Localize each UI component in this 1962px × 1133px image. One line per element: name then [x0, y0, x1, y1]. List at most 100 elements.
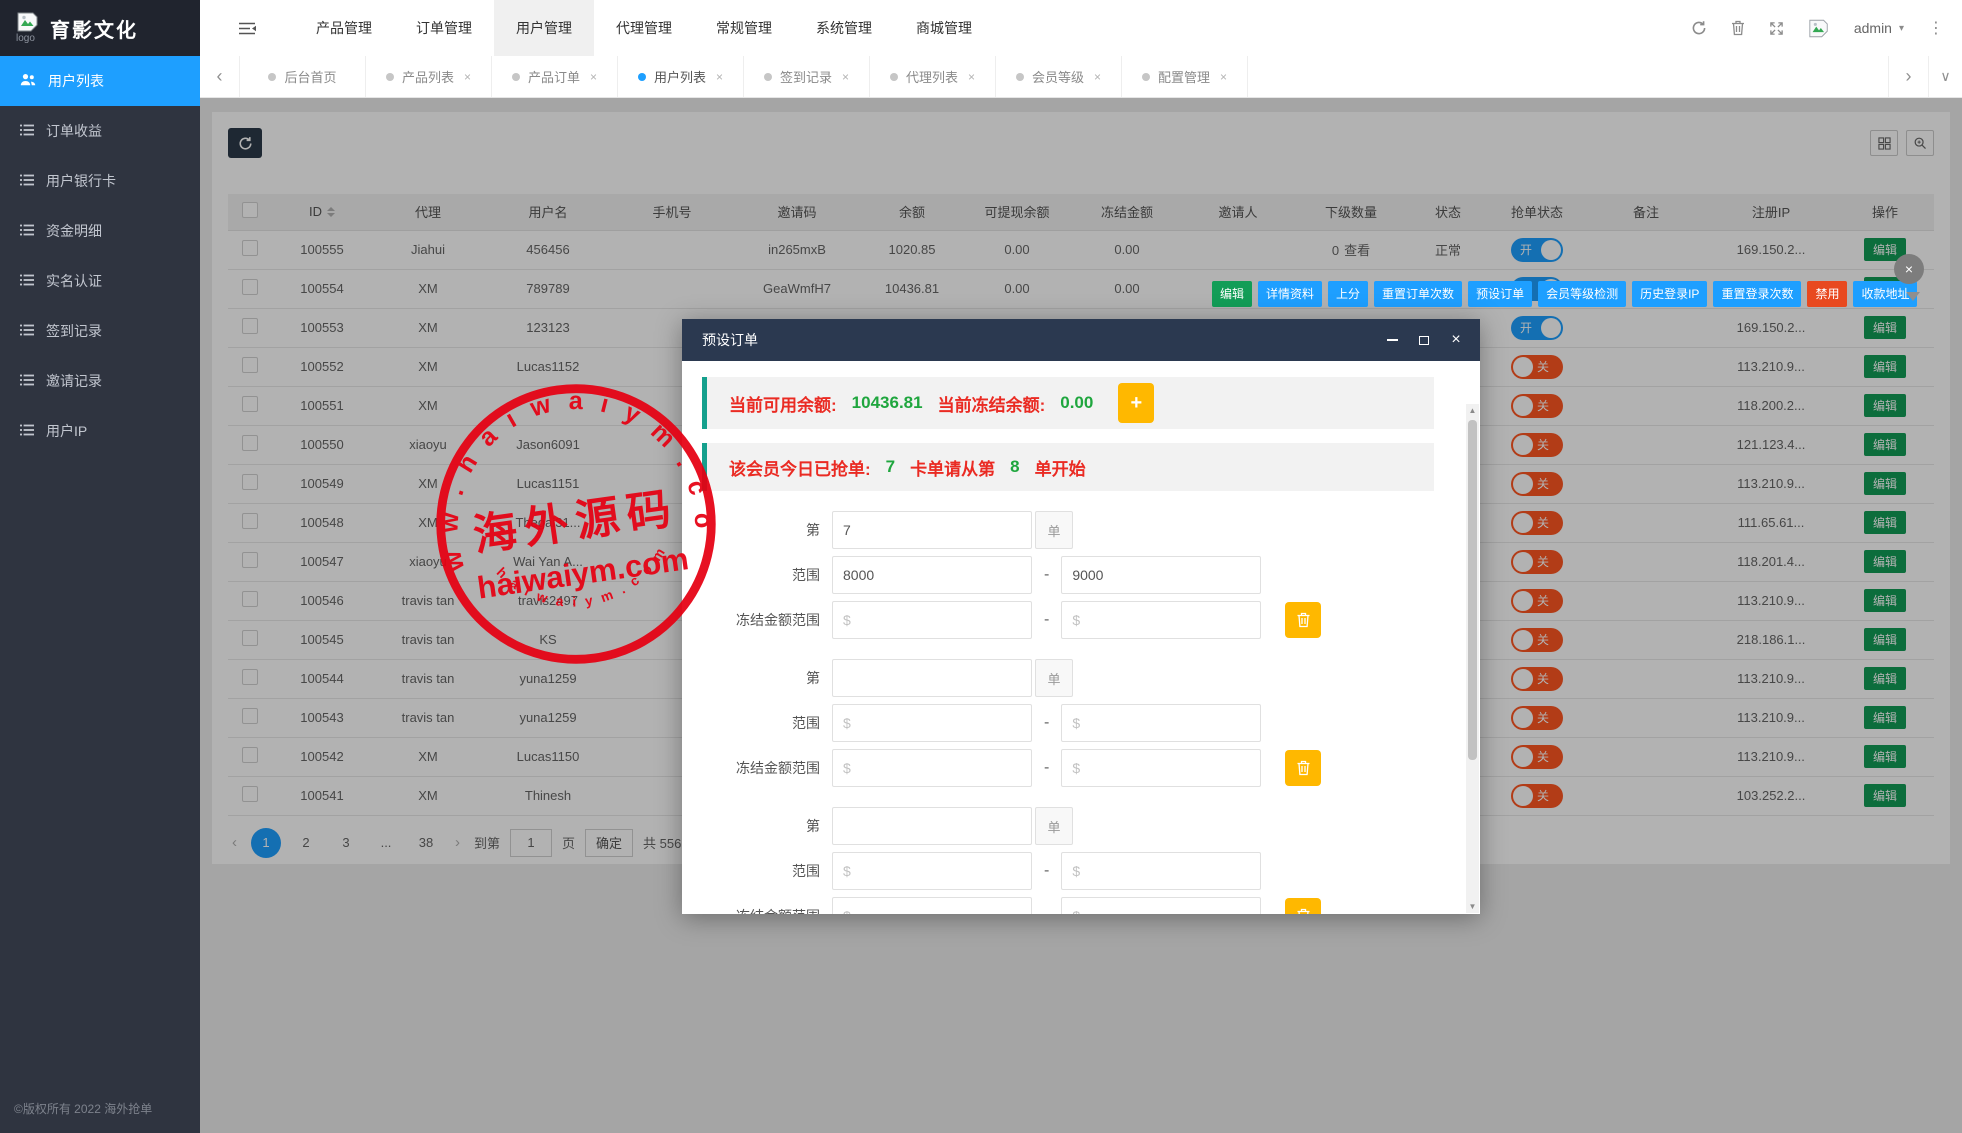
tab-item[interactable]: 配置管理 ×	[1122, 56, 1248, 97]
row-action-blue-button[interactable]: 详情资料	[1258, 281, 1323, 307]
top-nav-item[interactable]: 产品管理	[294, 0, 394, 56]
tab-close-icon[interactable]: ×	[968, 70, 975, 84]
order-unit-button[interactable]: 单	[1035, 511, 1073, 549]
maximize-icon[interactable]	[1416, 332, 1432, 348]
sidebar-item-label: 用户列表	[48, 73, 104, 89]
sidebar-item[interactable]: 订单收益	[0, 106, 200, 156]
available-balance-banner: 当前可用余额: 10436.81 当前冻结余额: 0.00 +	[702, 377, 1434, 429]
sidebar-item[interactable]: 邀请记录	[0, 356, 200, 406]
logo-block[interactable]: logo 育影文化	[0, 0, 200, 56]
today-orders-banner: 该会员今日已抢单: 7 卡单请从第 8 单开始	[702, 443, 1434, 491]
top-nav-item[interactable]: 常规管理	[694, 0, 794, 56]
range-from-input[interactable]	[832, 556, 1032, 594]
range-from-input[interactable]	[832, 852, 1032, 890]
frozen-to-input[interactable]	[1061, 601, 1262, 639]
sidebar-item[interactable]: 实名认证	[0, 256, 200, 306]
range-to-input[interactable]	[1061, 556, 1262, 594]
sidebar-item[interactable]: 用户IP	[0, 406, 200, 456]
row-action-blue-button[interactable]: 预设订单	[1468, 281, 1533, 307]
modal-title-bar[interactable]: 预设订单 ×	[682, 319, 1480, 361]
tab-item[interactable]: 产品列表 ×	[366, 56, 492, 97]
sidebar-item[interactable]: 资金明细	[0, 206, 200, 256]
order-unit-button[interactable]: 单	[1035, 659, 1073, 697]
order-number-label: 第	[806, 818, 820, 834]
frozen-from-input[interactable]	[832, 749, 1032, 787]
row-action-green-button[interactable]: 编辑	[1212, 281, 1253, 307]
scroll-up-icon[interactable]: ▲	[1466, 404, 1479, 417]
order-number-input[interactable]	[832, 807, 1032, 845]
top-nav-item[interactable]: 用户管理	[494, 0, 594, 56]
tab-close-icon[interactable]: ×	[1094, 70, 1101, 84]
top-nav-item[interactable]: 商城管理	[894, 0, 994, 56]
delete-group-button[interactable]	[1285, 750, 1322, 786]
sidebar-item[interactable]: 签到记录	[0, 306, 200, 356]
frozen-range-row: 冻结金额范围 -	[702, 749, 1434, 787]
top-nav-item[interactable]: 系统管理	[794, 0, 894, 56]
banner-text: 单开始	[1034, 459, 1086, 479]
frozen-to-input[interactable]	[1061, 897, 1262, 914]
range-dash: -	[1044, 611, 1050, 628]
tabs-dropdown-icon[interactable]: ∨	[1928, 56, 1962, 97]
delete-group-button[interactable]	[1285, 602, 1322, 638]
admin-app: logo 育影文化 产品管理 订单管理 用户管理 代理管理 常规管理 系统管理 商城管理	[0, 0, 1962, 1133]
top-nav-item[interactable]: 订单管理	[394, 0, 494, 56]
order-number-input[interactable]	[832, 511, 1032, 549]
tabs-scroll-left-icon[interactable]: ‹	[200, 56, 240, 97]
range-to-input[interactable]	[1061, 852, 1262, 890]
sidebar-items: 用户列表订单收益 用户银行卡 资金明细 实名认证 签到记录 邀请记录 用户IP	[0, 56, 200, 456]
frozen-from-input[interactable]	[832, 897, 1032, 914]
row-action-blue-button[interactable]: 历史登录IP	[1632, 281, 1708, 307]
sidebar-item[interactable]: 用户列表	[0, 56, 200, 106]
fullscreen-icon[interactable]	[1769, 21, 1784, 36]
row-action-blue-button[interactable]: 上分	[1328, 281, 1369, 307]
tab-item[interactable]: 会员等级 ×	[996, 56, 1122, 97]
tab-item[interactable]: 后台首页	[240, 56, 366, 97]
tab-close-icon[interactable]: ×	[464, 70, 471, 84]
frozen-from-input[interactable]	[832, 601, 1032, 639]
user-menu[interactable]: admin ▾	[1854, 20, 1904, 36]
order-unit-button[interactable]: 单	[1035, 807, 1073, 845]
tab-close-icon[interactable]: ×	[590, 70, 597, 84]
row-action-blue-button[interactable]: 重置订单次数	[1374, 281, 1463, 307]
order-number-input[interactable]	[832, 659, 1032, 697]
tab-item[interactable]: 产品订单 ×	[492, 56, 618, 97]
sidebar-item[interactable]: 用户银行卡	[0, 156, 200, 206]
frozen-to-input[interactable]	[1061, 749, 1262, 787]
tab-active[interactable]: 用户列表 ×	[618, 56, 744, 97]
preset-order-group: 第单范围-冻结金额范围-	[702, 807, 1434, 914]
range-to-input[interactable]	[1061, 704, 1262, 742]
add-preset-button[interactable]: +	[1118, 383, 1155, 423]
more-options-icon[interactable]: ⋮	[1928, 18, 1944, 38]
amount-range-row: 范围 -	[702, 556, 1434, 594]
row-action-blue-button[interactable]: 重置登录次数	[1713, 281, 1802, 307]
refresh-icon[interactable]	[1691, 20, 1707, 36]
tab-close-icon[interactable]: ×	[1220, 70, 1227, 84]
banner-text: 该会员今日已抢单:	[729, 459, 871, 479]
frozen-range-row: 冻结金额范围 -	[702, 897, 1434, 914]
trash-icon[interactable]	[1731, 20, 1745, 36]
preset-order-group: 第单范围-冻结金额范围-	[702, 659, 1434, 787]
scrollbar-thumb[interactable]	[1468, 420, 1477, 760]
range-from-input[interactable]	[832, 704, 1032, 742]
top-nav-item[interactable]: 代理管理	[594, 0, 694, 56]
row-actions-popup: 编辑 详情资料 上分 重置订单次数 预设订单 会员等级检测 历史登录IP 重置登录次数 禁用 收款…	[1212, 281, 1918, 307]
scroll-down-icon[interactable]: ▼	[1466, 900, 1479, 913]
user-name: admin	[1853, 20, 1892, 36]
row-action-red-button[interactable]: 禁用	[1807, 281, 1848, 307]
popup-close-icon[interactable]: ×	[1894, 254, 1924, 284]
tab-close-icon[interactable]: ×	[842, 70, 849, 84]
tab-close-icon[interactable]: ×	[716, 70, 723, 84]
minimize-icon[interactable]	[1384, 332, 1400, 348]
modal-scrollbar[interactable]: ▲ ▼	[1466, 404, 1479, 913]
tabs-scroll-right-icon[interactable]: ›	[1888, 56, 1928, 97]
close-icon[interactable]: ×	[1448, 331, 1464, 348]
order-number-label: 第	[806, 670, 820, 686]
tab-item[interactable]: 代理列表 ×	[870, 56, 996, 97]
tab-label: 后台首页	[284, 70, 337, 85]
tab-item[interactable]: 签到记录 ×	[744, 56, 870, 97]
delete-group-button[interactable]	[1285, 898, 1322, 914]
row-action-blue-button[interactable]: 会员等级检测	[1538, 281, 1627, 307]
menu-collapse-button[interactable]	[200, 0, 294, 56]
frozen-range-label: 冻结金额范围	[736, 612, 820, 628]
avatar[interactable]	[1808, 19, 1830, 38]
